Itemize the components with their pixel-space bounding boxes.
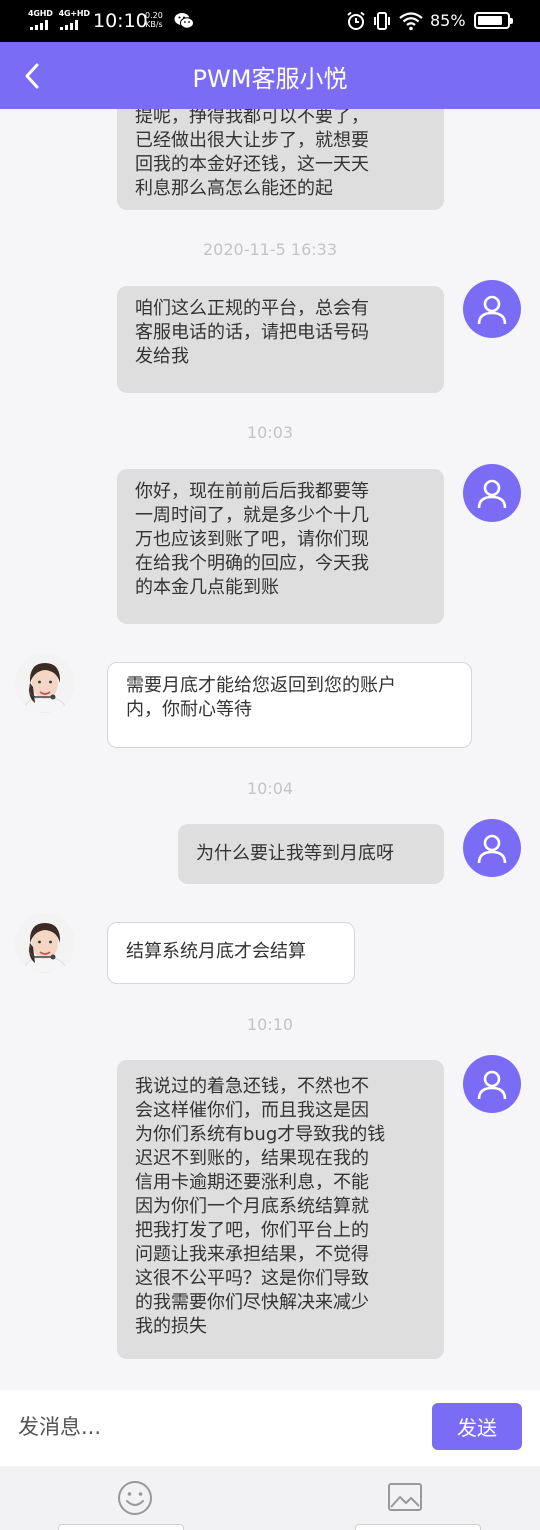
network-speed-value: 0.20 [145,11,163,20]
user-message-bubble: 提呢，挣得我都可以不要了， 已经做出很大让步了，就想要 回我的本金好还钱，这一天… [117,109,444,210]
network-labels: 4GHD 4G+HD [28,9,96,18]
wifi-icon [399,12,423,31]
agent-avatar-image [15,653,75,713]
battery-icon [474,12,513,29]
user-avatar[interactable] [463,819,521,877]
battery-percent: 85% [430,11,466,30]
network-speed-unit: KB/s [145,20,163,29]
agent-avatar-image [15,913,75,973]
chat-header: PWM客服小悦 [0,42,540,109]
toolbar-tab-divider [355,1524,481,1530]
signal-icon [60,20,78,30]
network-label-2: 4G+HD [58,9,90,18]
user-avatar[interactable] [463,464,521,522]
wechat-icon [174,13,194,29]
user-icon [477,1070,507,1100]
user-message-bubble: 我说过的着急还钱，不然也不 会这样催你们，而且我这是因 为你们系统有bug才导致… [117,1060,444,1359]
user-avatar[interactable] [463,1055,521,1113]
agent-avatar[interactable] [15,653,75,713]
message-timestamp: 10:03 [246,423,294,442]
user-avatar[interactable] [463,280,521,338]
user-icon [477,295,507,325]
user-message-bubble: 你好，现在前前后后我都要等 一周时间了，就是多少个十几 万也应该到账了吧，请你们… [117,469,444,624]
message-input-bar: 发送 [0,1390,540,1466]
status-time: 10:10 [93,10,148,32]
vibrate-icon [374,12,390,30]
message-timestamp: 10:04 [246,779,294,798]
status-bar: 4GHD 4G+HD 10:10 0.20 KB/s 85% [0,0,540,42]
message-timestamp: 2020-11-5 16:33 [203,240,337,259]
network-label-1: 4GHD [28,9,53,18]
user-icon [477,479,507,509]
image-icon[interactable] [387,1482,423,1514]
user-message-bubble: 为什么要让我等到月底呀 [178,824,444,884]
battery-level [478,16,502,25]
message-timestamp: 10:10 [246,1015,294,1034]
page-title: PWM客服小悦 [192,65,348,93]
toolbar-tab-divider [58,1524,184,1530]
user-icon [477,834,507,864]
network-speed: 0.20 KB/s [145,11,163,29]
alarm-icon [347,11,365,30]
message-input[interactable] [18,1404,408,1450]
input-toolbar [0,1466,540,1530]
agent-message-bubble: 需要月底才能给您返回到您的账户 内，你耐心等待 [107,662,472,748]
send-button[interactable]: 发送 [432,1403,522,1450]
agent-avatar[interactable] [15,913,75,973]
user-message-bubble: 咱们这么正规的平台，总会有 客服电话的话，请把电话号码 发给我 [117,286,444,393]
agent-message-bubble: 结算系统月底才会结算 [107,922,355,984]
signal-icon [30,20,48,30]
message-list[interactable]: 提呢，挣得我都可以不要了， 已经做出很大让步了，就想要 回我的本金好还钱，这一天… [0,109,540,1390]
emoji-icon[interactable] [117,1480,153,1516]
